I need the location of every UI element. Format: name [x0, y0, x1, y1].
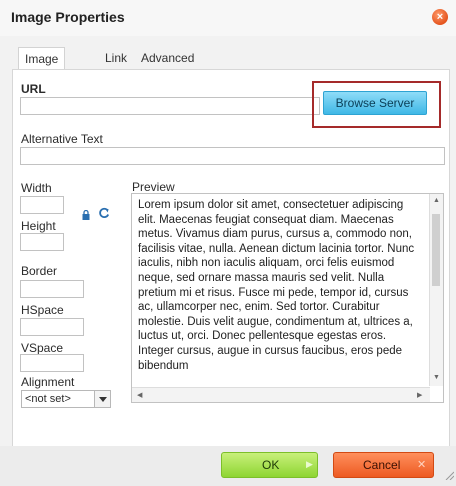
browse-server-button[interactable]: Browse Server — [323, 91, 427, 115]
vspace-label: VSpace — [21, 341, 64, 355]
alternative-text-label: Alternative Text — [21, 132, 103, 146]
image-properties-dialog: Image Properties × Image Info Link Advan… — [0, 0, 456, 486]
cancel-label: Cancel — [363, 458, 401, 472]
preview-scroll-thumb[interactable] — [432, 214, 440, 286]
preview-box: Lorem ipsum dolor sit amet, consectetuer… — [131, 193, 444, 403]
tab-advanced[interactable]: Advanced — [135, 47, 200, 69]
preview-text: Lorem ipsum dolor sit amet, consectetuer… — [138, 199, 415, 372]
cancel-button[interactable]: Cancel ✕ — [333, 452, 434, 478]
scroll-right-icon[interactable]: ▶ — [417, 391, 422, 399]
border-label: Border — [21, 264, 58, 278]
arrow-right-icon: ▶ — [306, 459, 313, 469]
chevron-down-icon[interactable] — [94, 391, 110, 407]
hspace-label: HSpace — [21, 303, 64, 317]
lock-icon[interactable] — [82, 210, 90, 220]
dialog-titlebar: Image Properties × — [0, 0, 456, 36]
width-label: Width — [21, 181, 52, 195]
preview-horizontal-scrollbar[interactable]: ◀ ▶ — [132, 387, 430, 402]
scroll-down-icon[interactable]: ▼ — [433, 374, 440, 381]
alignment-select[interactable]: <not set> — [21, 390, 111, 408]
ok-button[interactable]: OK ▶ — [221, 452, 318, 478]
height-input[interactable] — [20, 233, 64, 251]
alignment-value: <not set> — [25, 393, 71, 405]
scroll-left-icon[interactable]: ◀ — [137, 391, 142, 399]
close-x-icon: ✕ — [417, 459, 427, 471]
alignment-label: Alignment — [21, 375, 75, 389]
url-label: URL — [21, 82, 46, 96]
url-input[interactable] — [20, 97, 320, 115]
hspace-input[interactable] — [20, 318, 84, 336]
reset-size-icon[interactable] — [98, 207, 110, 219]
browse-server-highlight: Browse Server — [312, 81, 441, 128]
tab-link[interactable]: Link — [99, 47, 133, 69]
tab-image-info[interactable]: Image Info — [18, 47, 66, 88]
close-icon[interactable]: × — [432, 9, 448, 25]
border-input[interactable] — [20, 280, 84, 298]
dialog-title: Image Properties — [11, 9, 125, 25]
preview-label: Preview — [132, 180, 175, 194]
height-label: Height — [21, 219, 56, 233]
scroll-up-icon[interactable]: ▲ — [433, 197, 440, 204]
width-input[interactable] — [20, 196, 64, 214]
vspace-input[interactable] — [20, 354, 84, 372]
resize-grip-icon[interactable] — [444, 470, 454, 480]
alternative-text-input[interactable] — [20, 147, 445, 165]
ok-label: OK — [262, 458, 280, 472]
preview-vertical-scrollbar[interactable]: ▲ ▼ — [429, 194, 443, 386]
